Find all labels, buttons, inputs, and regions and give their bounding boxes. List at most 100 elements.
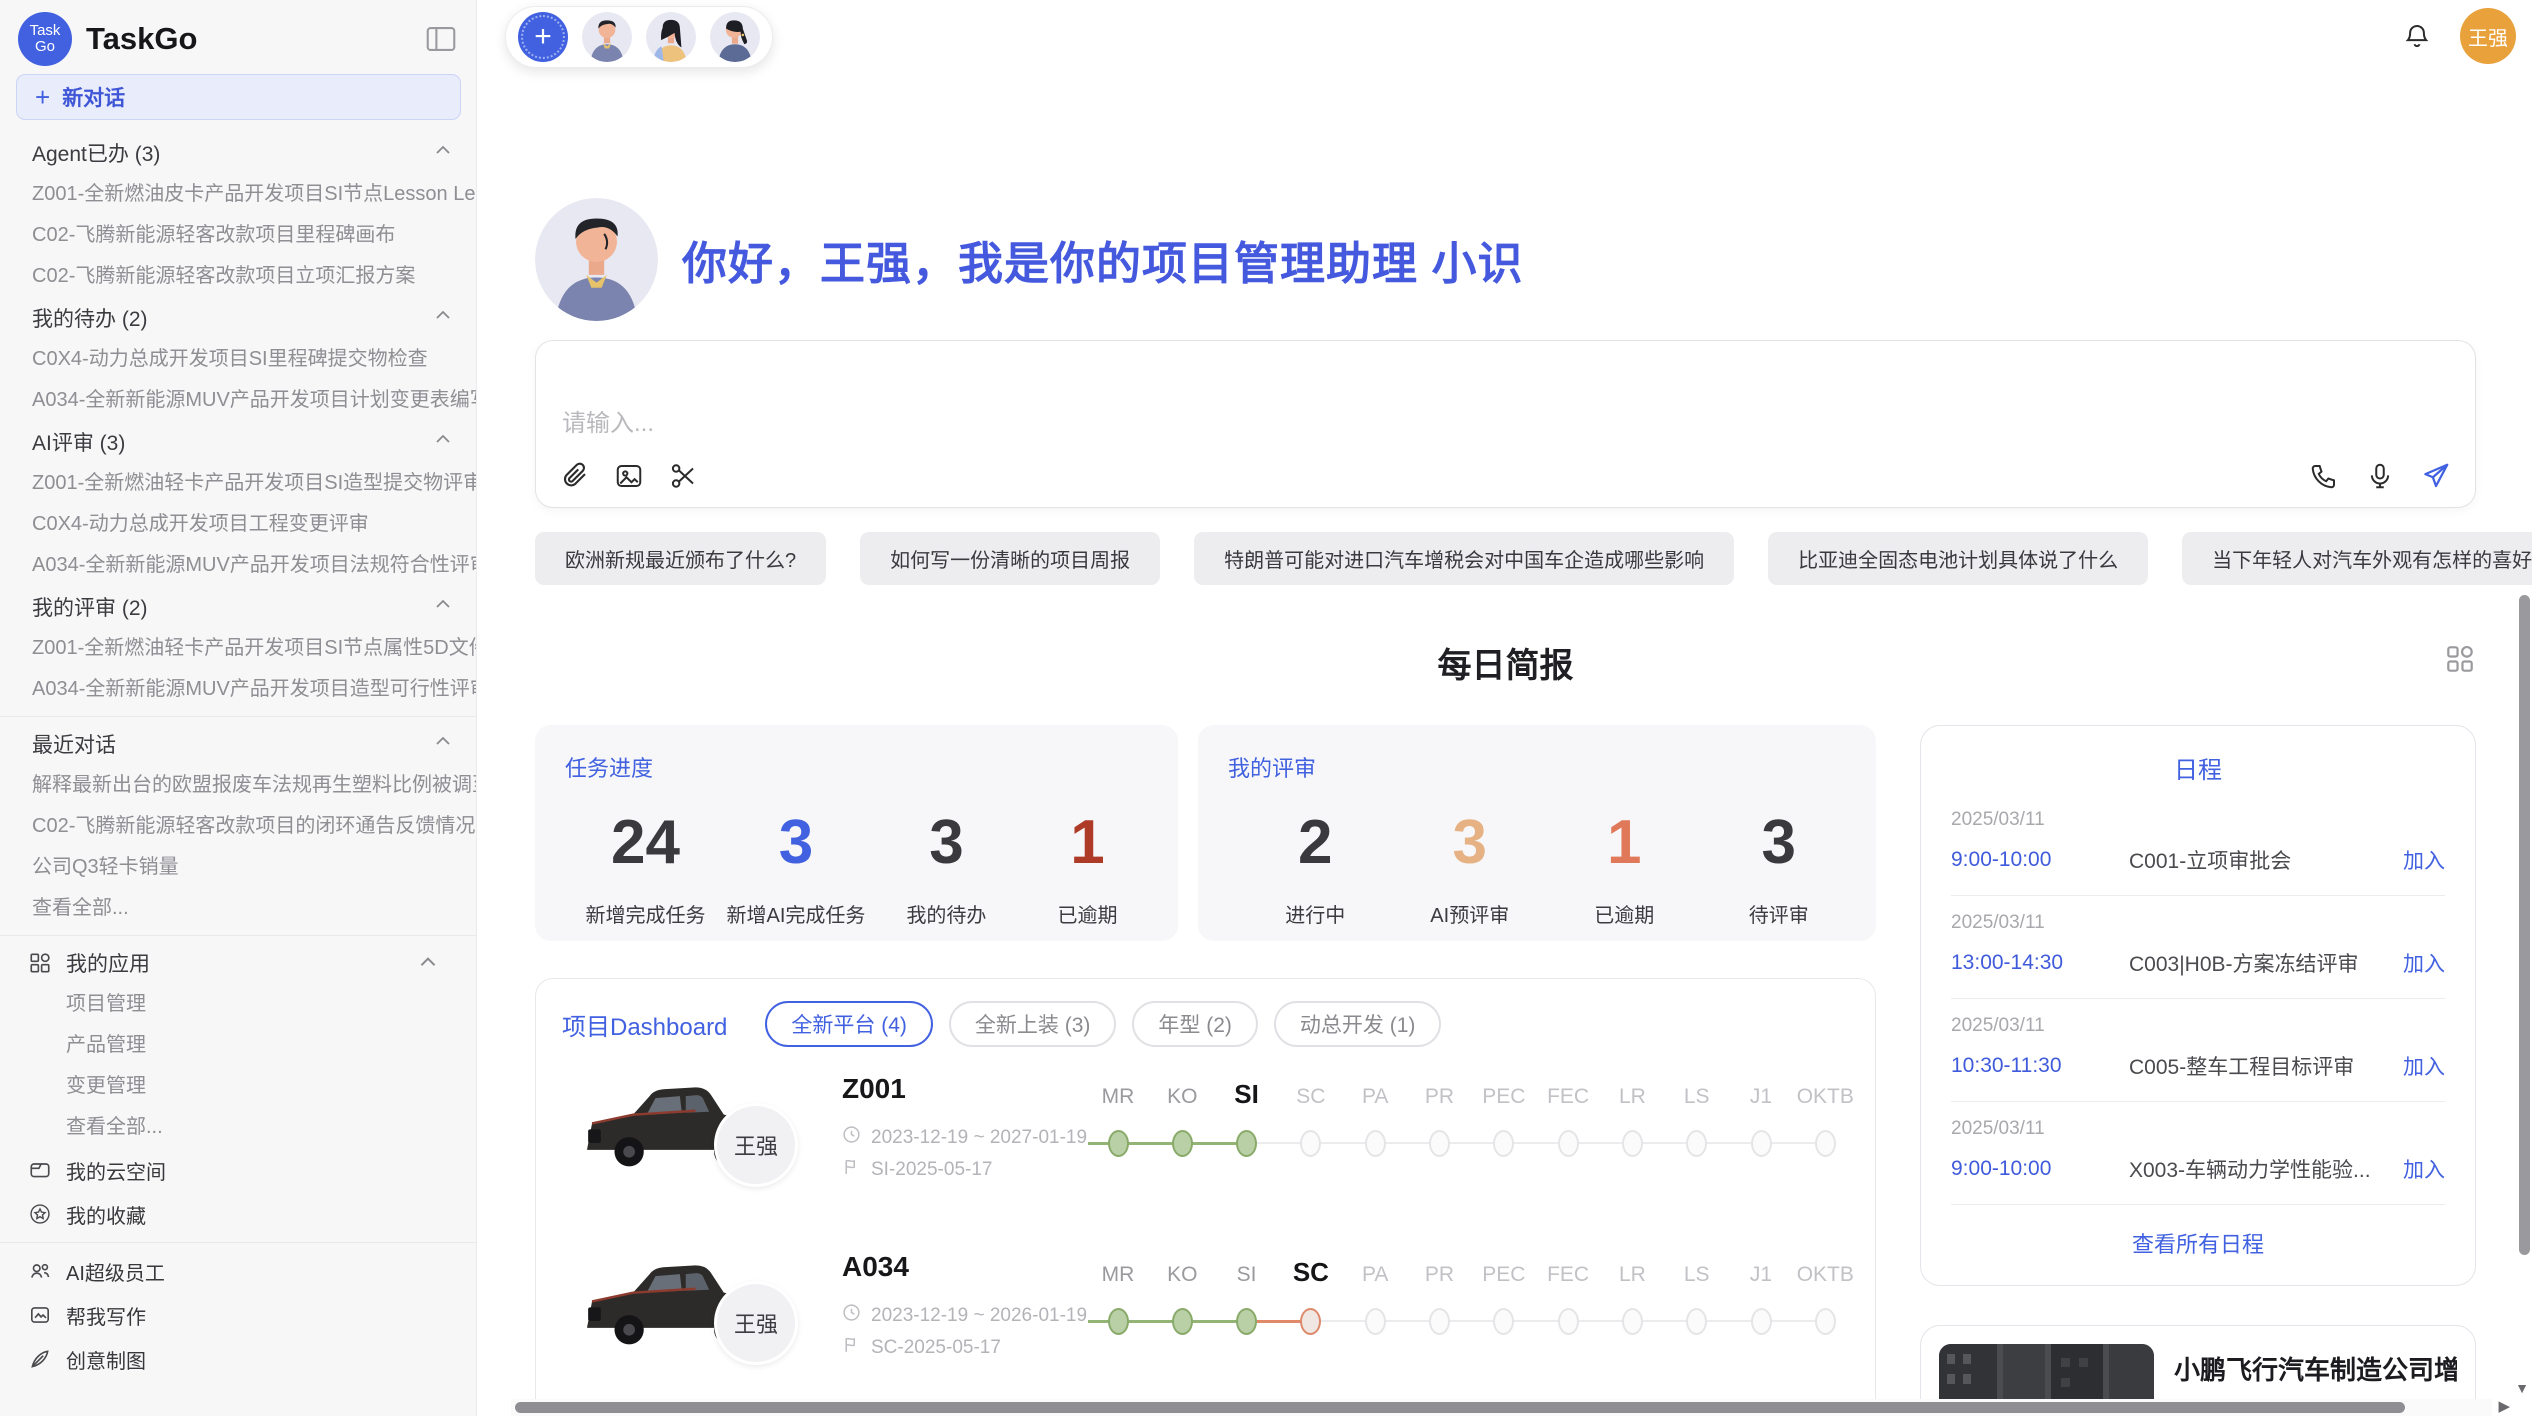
- suggestion-chip[interactable]: 比亚迪全固态电池计划具体说了什么: [1768, 532, 2148, 585]
- sidebar-recent-item[interactable]: 解释最新出台的欧盟报废车法规再生塑料比例被调至15%...: [0, 765, 476, 806]
- paperclip-icon[interactable]: [560, 461, 590, 491]
- dashboard-tab[interactable]: 全新平台 (4): [765, 1001, 933, 1047]
- milestone-node: [1622, 1308, 1643, 1335]
- sidebar-tool-item[interactable]: AI超级员工: [0, 1249, 476, 1293]
- sidebar-section-header[interactable]: 最近对话: [0, 723, 476, 765]
- sidebar-app-item[interactable]: 项目管理: [0, 984, 476, 1025]
- sidebar-section-header[interactable]: 我的待办 (2): [0, 297, 476, 339]
- project-dates-text: 2023-12-19 ~ 2027-01-19: [871, 1127, 1087, 1149]
- milestone-node: [1751, 1308, 1772, 1335]
- send-icon[interactable]: [2421, 461, 2451, 491]
- conversation-pill: +: [505, 6, 773, 68]
- mic-icon[interactable]: [2365, 461, 2395, 491]
- new-chat-button[interactable]: + 新对话: [16, 74, 461, 120]
- flag-icon: [842, 1335, 861, 1360]
- agent-avatar-2[interactable]: [646, 12, 696, 62]
- join-link[interactable]: 加入: [2403, 1051, 2445, 1081]
- dashboard-tab[interactable]: 全新上装 (3): [949, 1001, 1117, 1047]
- milestone-track: MRKOSISCPAPRPECFECLRLSJ1OKTB: [1082, 1047, 1872, 1225]
- dashboard-tab[interactable]: 年型 (2): [1132, 1001, 1258, 1047]
- sidebar-recent-item[interactable]: 公司Q3轻卡销量: [0, 847, 476, 888]
- join-link[interactable]: 加入: [2403, 845, 2445, 875]
- suggestion-chip[interactable]: 当下年轻人对汽车外观有怎样的喜好趋势: [2182, 532, 2532, 585]
- schedule-date: 2025/03/11: [1951, 809, 2445, 831]
- sidebar-row-label: 我的收藏: [66, 1200, 146, 1229]
- horizontal-scrollbar-thumb[interactable]: [515, 1402, 2405, 1413]
- stat-value: 3: [1453, 809, 1487, 877]
- sidebar-task-item[interactable]: Z001-全新燃油轻卡产品开发项目SI造型提交物评审: [0, 463, 476, 504]
- logo-text-top: Task: [30, 23, 61, 39]
- image-attach-icon[interactable]: [614, 461, 644, 491]
- project-row: 王强Z0012023-12-19 ~ 2027-01-19SI-2025-05-…: [562, 1047, 1849, 1225]
- milestone-node: [1751, 1130, 1772, 1157]
- agent-avatar-1[interactable]: [582, 12, 632, 62]
- sidebar-app-item[interactable]: 变更管理: [0, 1066, 476, 1107]
- sidebar-task-item[interactable]: C0X4-动力总成开发项目SI里程碑提交物检查: [0, 339, 476, 380]
- project-rows: 王强Z0012023-12-19 ~ 2027-01-19SI-2025-05-…: [562, 1047, 1849, 1403]
- suggestion-chips: 欧洲新规最近颁布了什么? 如何写一份清晰的项目周报特朗普可能对进口汽车增税会对中国…: [535, 532, 2476, 585]
- view-all-schedule-link[interactable]: 查看所有日程: [1951, 1227, 2445, 1259]
- stat-block: 3待评审: [1719, 809, 1839, 928]
- project-code[interactable]: A034: [842, 1251, 909, 1283]
- chevron-up-icon: [432, 594, 454, 621]
- milestone-node: [1686, 1130, 1707, 1157]
- user-avatar[interactable]: 王强: [2460, 8, 2516, 64]
- message-composer[interactable]: 请输入...: [535, 340, 2476, 508]
- sidebar-task-item[interactable]: C0X4-动力总成开发项目工程变更评审: [0, 504, 476, 545]
- project-dates: 2023-12-19 ~ 2026-01-19: [842, 1303, 1087, 1328]
- logo-text-bottom: Go: [35, 39, 55, 55]
- sidebar-item-favorites[interactable]: 我的收藏: [0, 1192, 476, 1236]
- stat-block: 24新增完成任务: [586, 809, 706, 928]
- suggestion-chip[interactable]: 欧洲新规最近颁布了什么?: [535, 532, 826, 585]
- suggestion-chip[interactable]: 特朗普可能对进口汽车增税会对中国车企造成哪些影响: [1194, 532, 1734, 585]
- phone-icon[interactable]: [2309, 461, 2339, 491]
- stat-label: 待评审: [1749, 899, 1809, 928]
- vertical-scrollbar-thumb[interactable]: [2519, 595, 2530, 1255]
- sidebar-section-header[interactable]: 我的评审 (2): [0, 586, 476, 628]
- sidebar-recent-item[interactable]: 查看全部...: [0, 888, 476, 929]
- greeting-row: 你好，王强，我是你的项目管理助理 小识: [535, 198, 2476, 321]
- join-link[interactable]: 加入: [2403, 948, 2445, 978]
- sidebar-task-item[interactable]: Z001-全新燃油皮卡产品开发项目SI节点Lesson Learn报告: [0, 174, 476, 215]
- sidebar-row-label: AI超级员工: [66, 1257, 165, 1286]
- sidebar-app-item[interactable]: 产品管理: [0, 1025, 476, 1066]
- milestone-node: [1686, 1308, 1707, 1335]
- composer-attachments: [560, 461, 698, 491]
- stats-row: 任务进度24新增完成任务3新增AI完成任务3我的待办1已逾期我的评审2进行中3A…: [535, 725, 1876, 941]
- dashboard-tabs: 全新平台 (4) 全新上装 (3) 年型 (2) 动总开发 (1): [765, 1001, 1441, 1047]
- news-title: 小鹏飞行汽车制造公司增资: [2174, 1350, 2457, 1387]
- add-conversation-button[interactable]: +: [518, 12, 568, 62]
- sidebar-task-item[interactable]: C02-飞腾新能源轻客改款项目立项汇报方案: [0, 256, 476, 297]
- sidebar-app-item[interactable]: 查看全部...: [0, 1107, 476, 1148]
- agent-avatar-3[interactable]: [710, 12, 760, 62]
- sidebar-task-item[interactable]: A034-全新新能源MUV产品开发项目法规符合性评审: [0, 545, 476, 586]
- sidebar-header: Task Go TaskGo: [0, 0, 476, 74]
- sidebar-collapse-icon[interactable]: [426, 26, 456, 52]
- horizontal-scrollbar-track[interactable]: [511, 1399, 2492, 1416]
- sidebar-tool-item[interactable]: 帮我写作: [0, 1293, 476, 1337]
- join-link[interactable]: 加入: [2403, 1154, 2445, 1184]
- scissors-icon[interactable]: [668, 461, 698, 491]
- composer-placeholder: 请输入...: [562, 403, 654, 438]
- schedule-name: C003|H0B-方案冻结评审: [2129, 948, 2403, 978]
- scroll-down-arrow-icon[interactable]: ▼: [2515, 1380, 2529, 1396]
- sidebar-task-item[interactable]: A034-全新新能源MUV产品开发项目计划变更表编写: [0, 380, 476, 421]
- project-code[interactable]: Z001: [842, 1073, 906, 1105]
- sidebar-item-cloud-space[interactable]: 我的云空间: [0, 1148, 476, 1192]
- sidebar-task-item[interactable]: Z001-全新燃油轻卡产品开发项目SI节点属性5D文件评审: [0, 628, 476, 669]
- stat-label: 进行中: [1285, 899, 1345, 928]
- dashboard-tab[interactable]: 动总开发 (1): [1274, 1001, 1442, 1047]
- stat-label: AI预评审: [1430, 899, 1509, 928]
- sidebar-section-header[interactable]: Agent已办 (3): [0, 132, 476, 174]
- scroll-right-arrow-icon[interactable]: ▶: [2498, 1397, 2510, 1415]
- sidebar-tool-item[interactable]: 创意制图: [0, 1337, 476, 1381]
- milestone-node: [1172, 1130, 1193, 1157]
- suggestion-chip[interactable]: 如何写一份清晰的项目周报: [860, 532, 1160, 585]
- sidebar-task-item[interactable]: C02-飞腾新能源轻客改款项目里程碑画布: [0, 215, 476, 256]
- layout-grid-icon[interactable]: [2444, 643, 2476, 675]
- sidebar-section-header[interactable]: AI评审 (3): [0, 421, 476, 463]
- sidebar-item-my-apps[interactable]: 我的应用: [0, 942, 476, 984]
- sidebar-task-item[interactable]: A034-全新新能源MUV产品开发项目造型可行性评审: [0, 669, 476, 710]
- sidebar-recent-item[interactable]: C02-飞腾新能源轻客改款项目的闭环通告反馈情况: [0, 806, 476, 847]
- notifications-bell-icon[interactable]: [2402, 21, 2432, 51]
